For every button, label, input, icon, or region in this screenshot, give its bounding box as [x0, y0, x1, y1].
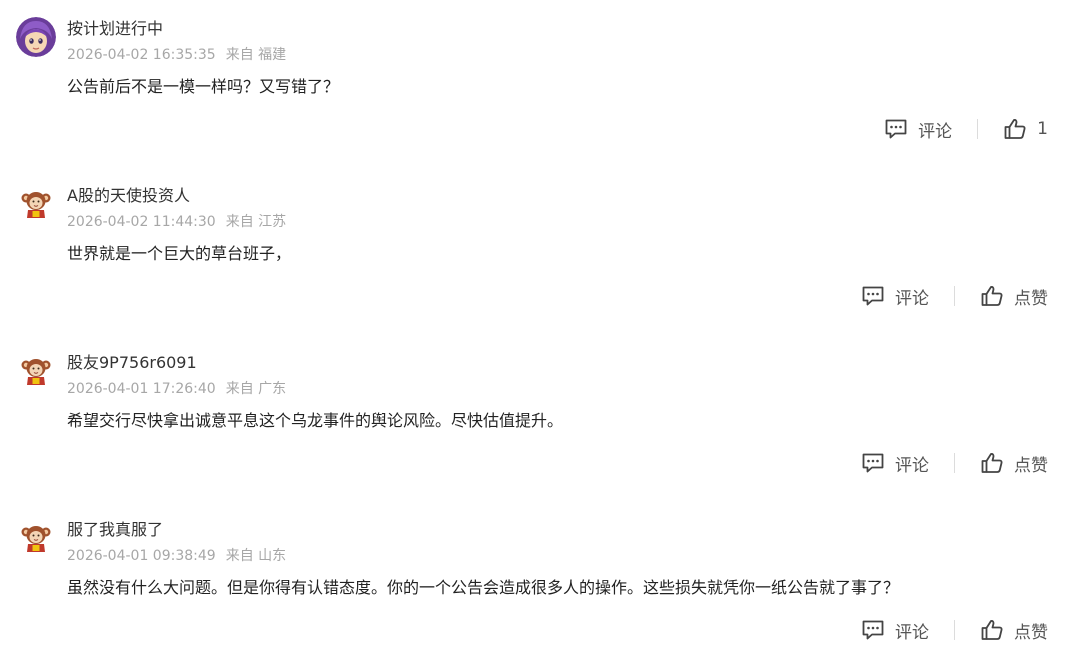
comment-actions: 评论 点赞	[861, 281, 1048, 311]
reply-label: 评论	[895, 622, 929, 643]
like-button[interactable]: 点赞	[980, 451, 1048, 476]
comment-item: 按计划进行中 2026-04-02 16:35:35 来自 福建 公告前后不是一模…	[0, 17, 1080, 167]
comment-actions: 评论 点赞	[861, 448, 1048, 478]
comment-location: 来自 福建	[225, 47, 287, 63]
thumbs-up-icon	[1003, 117, 1027, 141]
comment-text: 虽然没有什么大问题。但是你得有认错态度。你的一个公告会造成很多人的操作。这些损失…	[67, 578, 900, 597]
action-divider	[977, 119, 979, 139]
thumbs-up-icon	[980, 618, 1004, 642]
comment-actions: 评论 点赞	[861, 615, 1048, 645]
action-divider	[954, 286, 955, 306]
like-button[interactable]: 点赞	[980, 284, 1048, 309]
monkey-avatar[interactable]	[16, 184, 56, 224]
comment-bubble-icon	[861, 619, 885, 641]
comment-username[interactable]: 股友9P756r6091	[67, 353, 197, 373]
reply-label: 评论	[895, 455, 929, 476]
reply-label: 评论	[895, 288, 929, 309]
comment-username[interactable]: 按计划进行中	[67, 19, 163, 39]
comment-text: 希望交行尽快拿出诚意平息这个乌龙事件的舆论风险。尽快估值提升。	[67, 411, 564, 430]
comment-location: 来自 广东	[225, 381, 287, 397]
comment-item: A股的天使投资人 2026-04-02 11:44:30 来自 江苏 世界就是一个…	[0, 184, 1080, 334]
action-divider	[954, 620, 955, 640]
monkey-avatar[interactable]	[16, 351, 56, 391]
comment-meta: 2026-04-01 17:26:40 来自 广东	[67, 381, 286, 397]
comment-location: 来自 山东	[225, 548, 287, 564]
like-label: 点赞	[1014, 288, 1048, 309]
like-label: 点赞	[1014, 622, 1048, 643]
comment-item: 服了我真服了 2026-04-01 09:38:49 来自 山东 虽然没有什么大问…	[0, 518, 1080, 668]
like-button[interactable]: 1	[1003, 117, 1048, 141]
comment-username[interactable]: 服了我真服了	[67, 520, 163, 540]
comment-text: 世界就是一个巨大的草台班子，	[67, 244, 292, 263]
action-divider	[954, 453, 955, 473]
comment-meta: 2026-04-02 16:35:35 来自 福建	[67, 47, 286, 63]
comment-meta: 2026-04-02 11:44:30 来自 江苏	[67, 214, 286, 230]
thumbs-up-icon	[980, 284, 1004, 308]
comment-meta: 2026-04-01 09:38:49 来自 山东	[67, 548, 286, 564]
comment-location: 来自 江苏	[225, 214, 287, 230]
like-label: 1	[1037, 119, 1048, 139]
comment-bubble-icon	[884, 118, 908, 140]
reply-button[interactable]: 评论	[861, 451, 929, 476]
comment-time: 2026-04-02 16:35:35	[67, 47, 216, 63]
comment-username[interactable]: A股的天使投资人	[67, 186, 190, 206]
reply-label: 评论	[918, 121, 953, 142]
reply-button[interactable]: 评论	[884, 117, 952, 142]
reply-button[interactable]: 评论	[861, 284, 929, 309]
comment-time: 2026-04-01 09:38:49	[67, 548, 216, 564]
reply-button[interactable]: 评论	[861, 618, 929, 643]
comment-actions: 评论 1	[884, 114, 1048, 144]
comment-bubble-icon	[861, 285, 885, 307]
comment-time: 2026-04-02 11:44:30	[67, 214, 216, 230]
purple-haired-girl-avatar[interactable]	[16, 17, 56, 57]
comment-item: 股友9P756r6091 2026-04-01 17:26:40 来自 广东 希望…	[0, 351, 1080, 501]
monkey-avatar[interactable]	[16, 518, 56, 558]
like-button[interactable]: 点赞	[980, 618, 1048, 643]
comment-text: 公告前后不是一模一样吗？又写错了？	[67, 77, 340, 96]
like-label: 点赞	[1014, 455, 1048, 476]
comment-bubble-icon	[861, 452, 885, 474]
comment-time: 2026-04-01 17:26:40	[67, 381, 216, 397]
thumbs-up-icon	[980, 451, 1004, 475]
